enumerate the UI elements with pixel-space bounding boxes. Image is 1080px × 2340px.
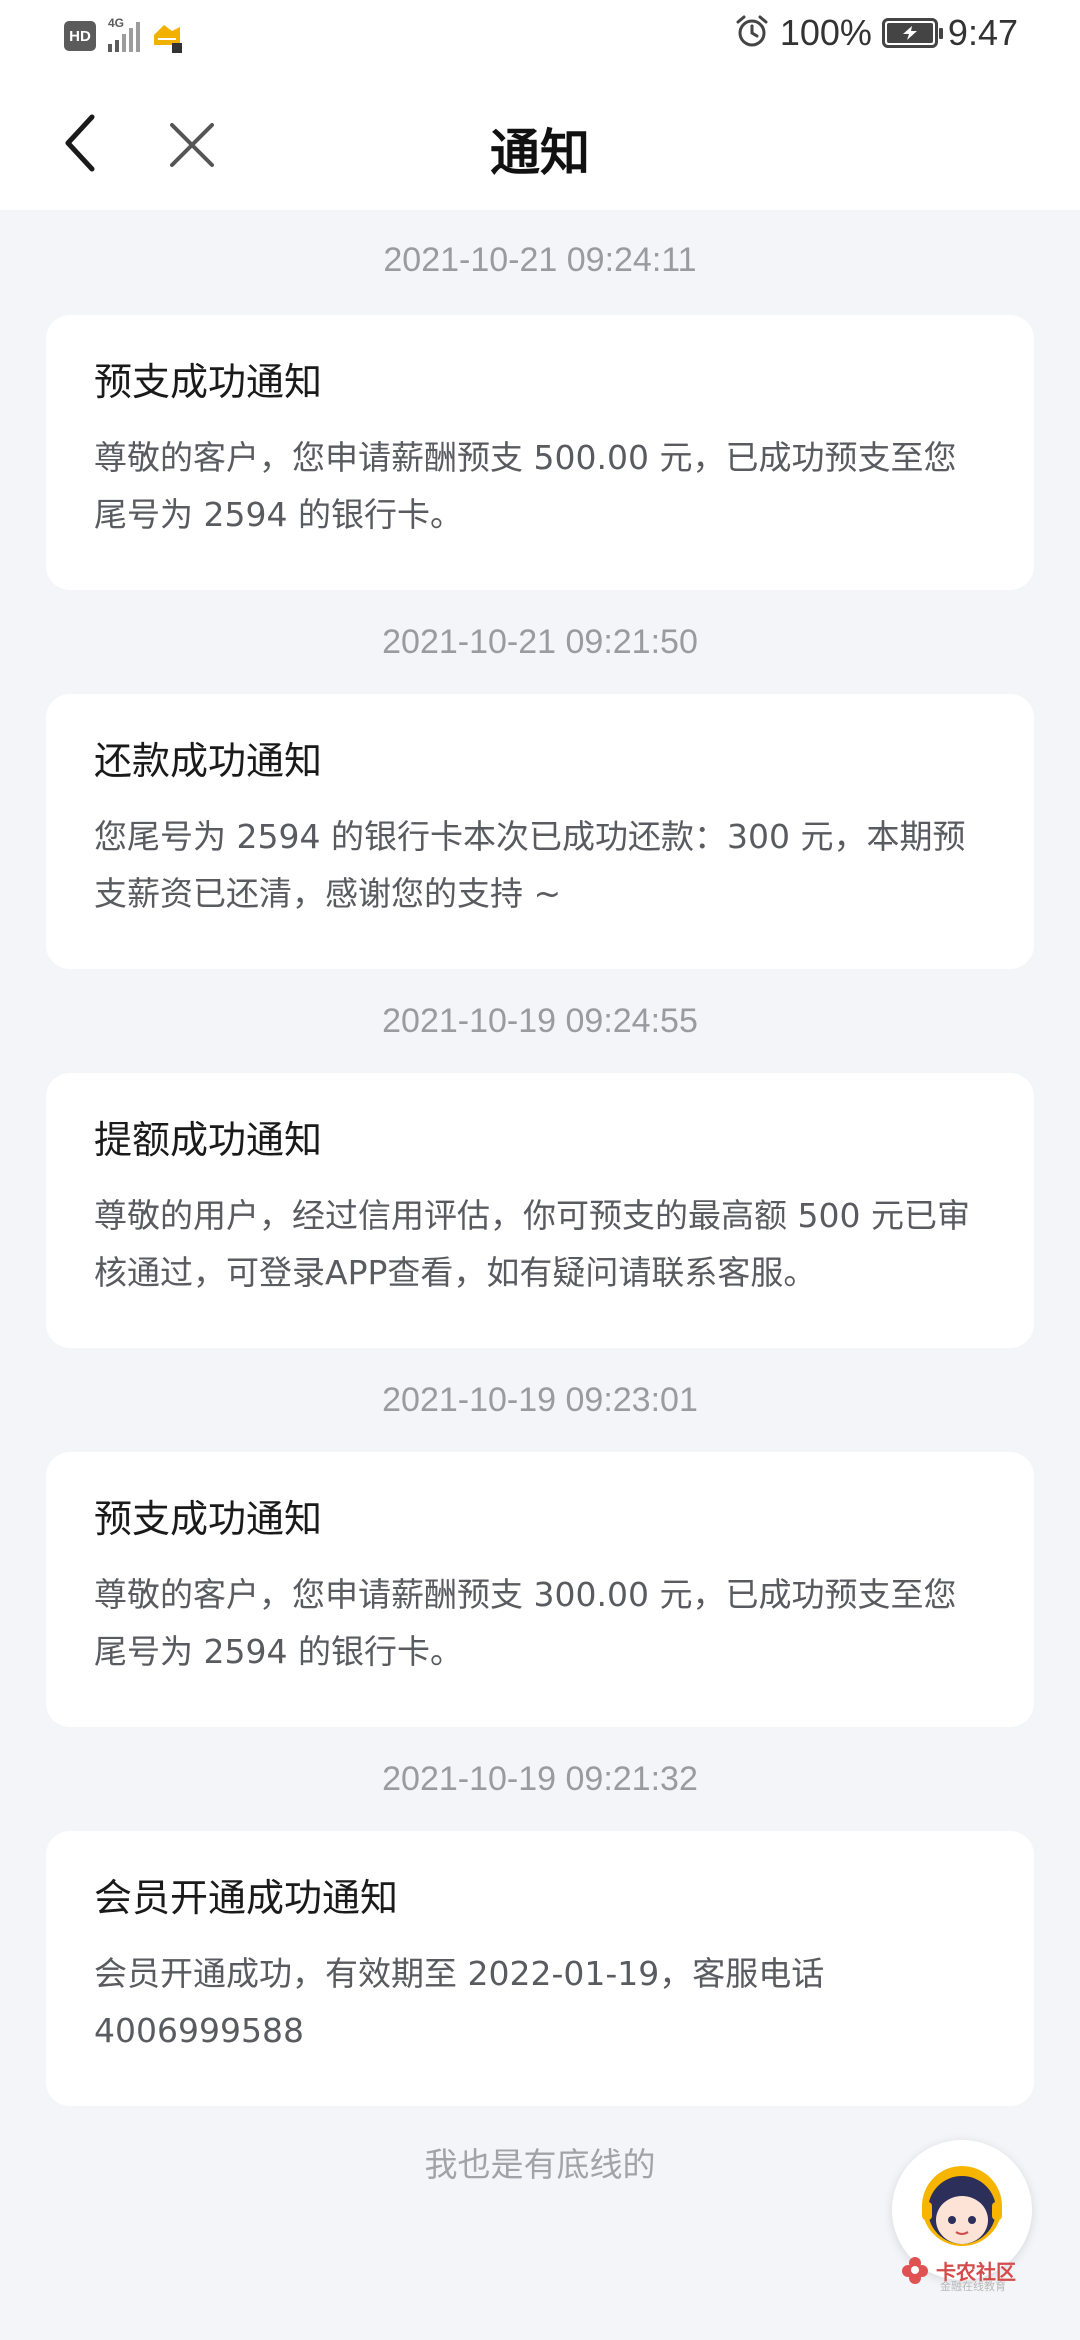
notification-list: 2021-10-21 09:24:11 预支成功通知 尊敬的客户，您申请薪酬预支… (0, 210, 1080, 2106)
notification-timestamp: 2021-10-21 09:21:50 (382, 623, 698, 661)
notification-timestamp: 2021-10-21 09:24:11 (383, 241, 697, 279)
notification-title: 预支成功通知 (94, 1497, 323, 1541)
notification-card[interactable]: 会员开通成功通知 会员开通成功，有效期至 2022-01-19，客服电话 400… (46, 1831, 1034, 2106)
page-title: 通知 (490, 124, 590, 182)
signal-strength-icon: 4G (106, 16, 140, 52)
community-logo: 卡农社区 金融在线教育 (900, 2250, 1030, 2293)
hd-badge: HD (64, 21, 96, 51)
battery-percent: 100% (779, 12, 872, 53)
notification-timestamp: 2021-10-19 09:21:32 (382, 1760, 698, 1798)
nav-header: 通知 (0, 75, 1080, 210)
notification-card[interactable]: 还款成功通知 您尾号为 2594 的银行卡本次已成功还款：300 元，本期预支薪… (46, 694, 1034, 969)
alarm-clock-icon (734, 13, 770, 53)
app-notification-icon (150, 21, 184, 53)
community-sublabel: 金融在线教育 (940, 2280, 1006, 2293)
notification-body: 尊敬的客户，您申请薪酬预支 300.00 元，已成功预支至您尾号为 2594 的… (94, 1575, 957, 1671)
flower-logo-icon (902, 2257, 928, 2284)
notification-timestamp: 2021-10-19 09:24:55 (382, 1002, 698, 1040)
notification-card[interactable]: 预支成功通知 尊敬的客户，您申请薪酬预支 500.00 元，已成功预支至您尾号为… (46, 315, 1034, 590)
status-bar: HD 4G 100% 9:47 (0, 0, 1080, 75)
notification-title: 提额成功通知 (94, 1118, 323, 1162)
notification-title: 还款成功通知 (94, 739, 323, 783)
notification-timestamp: 2021-10-19 09:23:01 (382, 1381, 698, 1419)
notification-body: 会员开通成功，有效期至 2022-01-19，客服电话 4006999588 (94, 1954, 825, 2050)
notification-card[interactable]: 提额成功通知 尊敬的用户，经过信用评估，你可预支的最高额 500 元已审核通过，… (46, 1073, 1034, 1348)
notification-body: 尊敬的客户，您申请薪酬预支 500.00 元，已成功预支至您尾号为 2594 的… (94, 438, 957, 534)
notification-body: 您尾号为 2594 的银行卡本次已成功还款：300 元，本期预支薪资已还清，感谢… (94, 817, 966, 913)
notification-title: 预支成功通知 (94, 360, 323, 404)
notification-body: 尊敬的用户，经过信用评估，你可预支的最高额 500 元已审核通过，可登录APP查… (94, 1196, 970, 1292)
network-type: 4G (108, 16, 125, 30)
status-bar-right: 100% 9:47 (734, 12, 1018, 54)
status-bar-left: HD 4G (64, 16, 184, 53)
notification-card[interactable]: 预支成功通知 尊敬的客户，您申请薪酬预支 300.00 元，已成功预支至您尾号为… (46, 1452, 1034, 1727)
clock-time: 9:47 (947, 12, 1018, 53)
battery-charging-icon (881, 18, 943, 48)
notification-title: 会员开通成功通知 (94, 1876, 399, 1920)
